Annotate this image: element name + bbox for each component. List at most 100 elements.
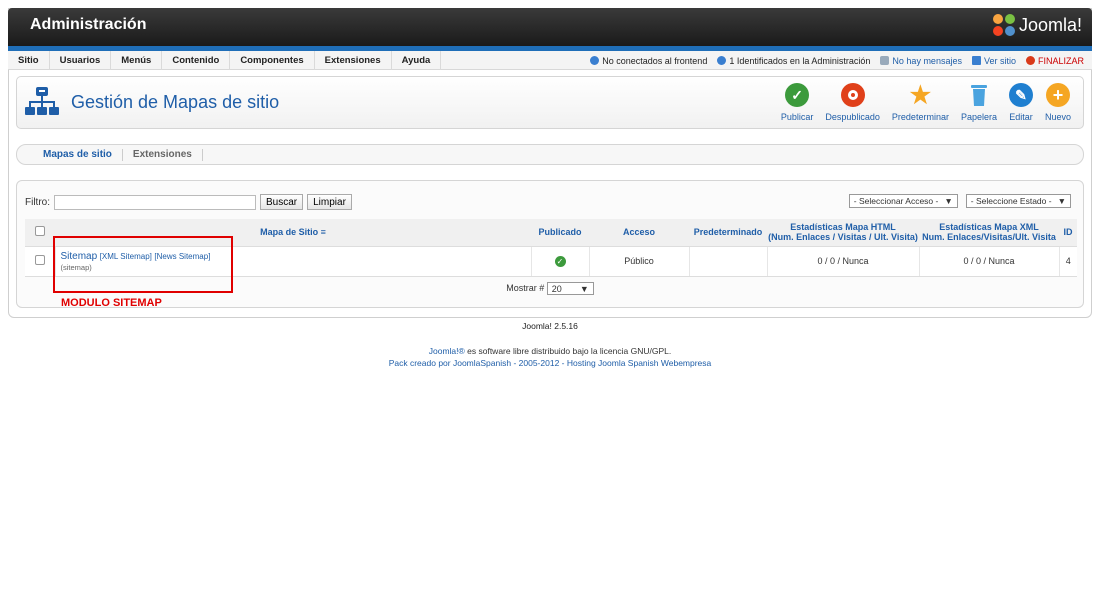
user-icon bbox=[717, 56, 727, 65]
unpublish-button[interactable]: Despublicado bbox=[819, 83, 886, 122]
default-button[interactable]: ★ Predeterminar bbox=[886, 81, 955, 123]
row-checkbox[interactable] bbox=[34, 255, 45, 265]
published-cell: ✓ bbox=[530, 245, 589, 277]
menu-contenido[interactable]: Contenido bbox=[162, 50, 231, 70]
joomla-logo: Joomla! bbox=[992, 14, 1082, 36]
new-label: Nuevo bbox=[1044, 112, 1071, 122]
edit-label: Editar bbox=[1009, 112, 1033, 122]
header-bar: Administración Joomla! bbox=[8, 8, 1092, 46]
logout-text: FINALIZAR bbox=[1037, 55, 1084, 66]
list-limit-select[interactable]: 20 ▼ bbox=[546, 282, 594, 295]
default-label: Predeterminar bbox=[891, 112, 949, 122]
filter-bar: Filtro: Buscar Limpiar bbox=[25, 194, 352, 210]
tab-extensions[interactable]: Extensiones bbox=[123, 148, 203, 161]
sitemap-icon bbox=[25, 87, 59, 115]
mail-icon bbox=[880, 56, 890, 65]
id-header[interactable]: ID bbox=[1059, 219, 1077, 246]
footer: Joomla!® es software libre distribuido b… bbox=[0, 345, 1100, 369]
state-select[interactable]: - Seleccione Estado - ▼ bbox=[965, 194, 1071, 208]
trash-icon bbox=[967, 83, 991, 107]
admin-status-text: 1 Identificados en la Administración bbox=[729, 55, 871, 66]
chevron-down-icon: ▼ bbox=[579, 283, 589, 294]
new-icon: + bbox=[1045, 83, 1070, 107]
list-limit-value: 20 bbox=[551, 283, 562, 294]
new-button[interactable]: + Nuevo bbox=[1039, 83, 1077, 122]
select-all-checkbox[interactable] bbox=[35, 226, 45, 237]
footer-credits[interactable]: Pack creado por JoomlaSpanish - 2005-201… bbox=[0, 357, 1100, 369]
annotation-label: MODULO SITEMAP bbox=[61, 297, 162, 309]
filter-input[interactable] bbox=[54, 194, 256, 210]
html-stats-title: Estadísticas Mapa HTML bbox=[790, 222, 896, 233]
users-icon bbox=[590, 56, 600, 65]
access-select-value: - Seleccionar Acceso - bbox=[853, 196, 939, 206]
messages-link[interactable]: No hay mensajes bbox=[880, 56, 962, 66]
xml-stats-title: Estadísticas Mapa XML bbox=[939, 222, 1039, 233]
menu-sitio[interactable]: Sitio bbox=[8, 50, 50, 70]
html-stats-header: Estadísticas Mapa HTML (Num. Enlaces / Vi… bbox=[767, 219, 919, 246]
access-cell: Público bbox=[588, 245, 689, 277]
submenu-tabs: Mapas de sitio Extensiones bbox=[16, 144, 1084, 165]
default-cell bbox=[688, 245, 767, 277]
check-icon: ✓ bbox=[785, 83, 810, 107]
unpublish-icon bbox=[840, 83, 865, 107]
version-text: Joomla! 2.5.16 bbox=[522, 321, 578, 331]
joomla-logo-icon bbox=[992, 14, 1015, 36]
default-header[interactable]: Predeterminado bbox=[689, 219, 767, 246]
messages-link-text: No hay mensajes bbox=[892, 55, 962, 66]
name-header-label: Mapa de Sitio bbox=[260, 227, 319, 238]
chevron-down-icon: ▼ bbox=[1057, 196, 1066, 206]
monitor-icon bbox=[971, 56, 981, 65]
status-bar: No conectados al frontend 1 Identificado… bbox=[590, 51, 1084, 70]
joomla-link[interactable]: Joomla!® bbox=[429, 346, 465, 356]
pagination-label: Mostrar # bbox=[506, 282, 545, 293]
chevron-down-icon: ▼ bbox=[944, 196, 953, 206]
footer-license-text: es software libre distribuido bajo la li… bbox=[464, 346, 672, 356]
menu-menus[interactable]: Menús bbox=[111, 50, 163, 70]
admin-status: 1 Identificados en la Administración bbox=[717, 56, 870, 66]
trash-button[interactable]: Papelera bbox=[955, 83, 1003, 122]
published-check-icon[interactable]: ✓ bbox=[554, 255, 566, 267]
publish-label: Publicar bbox=[780, 112, 814, 122]
main-menu: Sitio Usuarios Menús Contenido Component… bbox=[8, 50, 1092, 70]
sort-icon: ≡ bbox=[320, 227, 326, 238]
filter-label: Filtro: bbox=[25, 196, 50, 208]
search-button[interactable]: Buscar bbox=[260, 194, 304, 210]
menu-ayuda[interactable]: Ayuda bbox=[392, 50, 442, 70]
trash-label: Papelera bbox=[960, 112, 997, 122]
app-title: Administración bbox=[30, 16, 147, 33]
xml-stats-subtitle: Num. Enlaces/Visitas/Ult. Visita bbox=[922, 232, 1056, 243]
frontend-status-text: No conectados al frontend bbox=[602, 55, 708, 66]
html-stats-cell: 0 / 0 / Nunca bbox=[766, 245, 919, 277]
published-header[interactable]: Publicado bbox=[531, 219, 589, 246]
select-all-header bbox=[25, 219, 55, 246]
star-icon: ★ bbox=[909, 81, 932, 109]
edit-button[interactable]: ✎ Editar bbox=[1003, 83, 1039, 122]
xml-stats-cell: 0 / 0 / Nunca bbox=[918, 245, 1059, 277]
menu-componentes[interactable]: Componentes bbox=[230, 50, 315, 70]
filter-selects: - Seleccionar Acceso - ▼ - Seleccione Es… bbox=[848, 194, 1071, 208]
view-site-link[interactable]: Ver sitio bbox=[971, 55, 1016, 66]
access-header[interactable]: Acceso bbox=[589, 219, 689, 246]
view-site-text: Ver sitio bbox=[983, 55, 1016, 66]
clear-button[interactable]: Limpiar bbox=[307, 194, 352, 210]
tab-sitemaps[interactable]: Mapas de sitio bbox=[33, 148, 123, 161]
page-toolbar: Gestión de Mapas de sitio ✓ Publicar Des… bbox=[16, 76, 1084, 129]
annotation-highlight-box bbox=[53, 236, 233, 293]
xml-stats-header: Estadísticas Mapa XML Num. Enlaces/Visita… bbox=[919, 219, 1059, 246]
row-select-cell bbox=[25, 245, 55, 277]
html-stats-subtitle: (Num. Enlaces / Visitas / Ult. Visita) bbox=[768, 232, 918, 243]
frontend-status: No conectados al frontend bbox=[590, 56, 707, 66]
unpublish-label: Despublicado bbox=[825, 112, 880, 122]
power-icon bbox=[1025, 56, 1035, 65]
menu-extensiones[interactable]: Extensiones bbox=[315, 50, 392, 70]
page-title: Gestión de Mapas de sitio bbox=[71, 92, 280, 112]
access-select[interactable]: - Seleccionar Acceso - ▼ bbox=[848, 194, 958, 208]
footer-license: Joomla!® es software libre distribuido b… bbox=[0, 345, 1100, 357]
menu-usuarios[interactable]: Usuarios bbox=[50, 50, 112, 70]
edit-icon: ✎ bbox=[1008, 83, 1033, 107]
state-select-value: - Seleccione Estado - bbox=[970, 196, 1052, 206]
publish-button[interactable]: ✓ Publicar bbox=[775, 83, 820, 122]
joomla-logo-text: Joomla! bbox=[1018, 14, 1082, 35]
id-cell: 4 bbox=[1058, 245, 1077, 277]
logout-link[interactable]: FINALIZAR bbox=[1025, 55, 1084, 66]
